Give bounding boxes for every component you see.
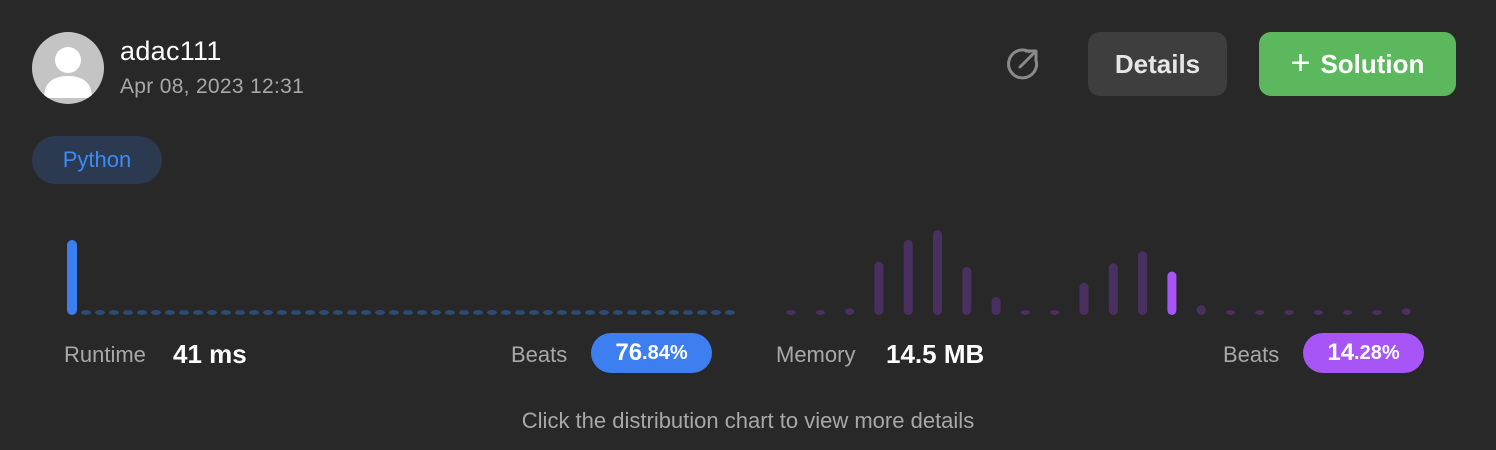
memory-distribution-bar[interactable] xyxy=(1372,310,1382,315)
runtime-distribution-bar[interactable] xyxy=(431,310,441,315)
memory-beats-label: Beats xyxy=(1223,342,1280,367)
runtime-distribution-bar[interactable] xyxy=(501,310,511,315)
runtime-distribution-bar[interactable] xyxy=(529,310,539,315)
runtime-beats-badge: 76.84% xyxy=(591,333,712,373)
memory-beats-badge: 14.28% xyxy=(1303,333,1424,373)
runtime-distribution-bar[interactable] xyxy=(375,310,385,315)
runtime-distribution-bar[interactable] xyxy=(109,310,119,315)
runtime-distribution-bar[interactable] xyxy=(487,310,497,315)
memory-value: 14.5 MB xyxy=(886,339,985,369)
runtime-distribution-bar[interactable] xyxy=(207,310,217,315)
runtime-distribution-bar[interactable] xyxy=(361,310,371,315)
runtime-distribution-bar[interactable] xyxy=(571,310,581,315)
memory-distribution-bar[interactable] xyxy=(1138,251,1148,315)
details-button-label: Details xyxy=(1114,48,1201,79)
runtime-distribution-chart[interactable] xyxy=(67,240,735,315)
memory-distribution-bar[interactable] xyxy=(903,240,913,315)
runtime-distribution-bar[interactable] xyxy=(459,310,469,315)
runtime-distribution-bar[interactable] xyxy=(613,310,623,315)
memory-distribution-bar[interactable] xyxy=(1401,308,1411,315)
memory-distribution-bar[interactable] xyxy=(933,230,942,315)
runtime-distribution-bar[interactable] xyxy=(473,310,483,315)
memory-distribution-bar[interactable] xyxy=(1226,310,1235,315)
runtime-distribution-bar[interactable] xyxy=(725,310,735,315)
memory-distribution-bar[interactable] xyxy=(1108,263,1118,315)
runtime-distribution-bar[interactable] xyxy=(151,310,161,315)
runtime-distribution-bar[interactable] xyxy=(599,310,609,315)
runtime-distribution-bar[interactable] xyxy=(235,310,245,315)
runtime-distribution-bar[interactable] xyxy=(683,310,693,315)
memory-distribution-bar[interactable] xyxy=(1050,310,1060,315)
runtime-label: Runtime xyxy=(64,342,146,367)
memory-beats-int: 14 xyxy=(1327,339,1355,366)
memory-distribution-bar[interactable] xyxy=(815,310,825,315)
memory-distribution-bar[interactable] xyxy=(845,308,855,315)
runtime-distribution-bar[interactable] xyxy=(67,240,77,315)
memory-distribution-bar[interactable] xyxy=(1284,310,1294,315)
runtime-beats-int: 76 xyxy=(615,339,643,366)
submission-timestamp: Apr 08, 2023 12:31 xyxy=(120,75,305,98)
runtime-distribution-bar[interactable] xyxy=(543,310,553,315)
runtime-distribution-bar[interactable] xyxy=(445,310,455,315)
add-solution-button[interactable]: + Solution xyxy=(1259,32,1456,96)
runtime-distribution-bar[interactable] xyxy=(277,310,287,315)
memory-distribution-bar[interactable] xyxy=(1196,305,1206,315)
memory-distribution-bar[interactable] xyxy=(874,261,884,315)
runtime-distribution-bar[interactable] xyxy=(193,310,203,315)
language-tag[interactable]: Python xyxy=(32,136,162,184)
runtime-distribution-bar[interactable] xyxy=(249,310,259,315)
memory-distribution-bar[interactable] xyxy=(1020,310,1030,315)
runtime-distribution-bar[interactable] xyxy=(123,310,133,315)
runtime-distribution-bar[interactable] xyxy=(291,310,301,315)
memory-distribution-bar[interactable] xyxy=(1313,310,1323,315)
runtime-distribution-bar[interactable] xyxy=(697,310,707,315)
runtime-distribution-bar[interactable] xyxy=(319,310,329,315)
memory-distribution-bar[interactable] xyxy=(962,267,972,315)
runtime-distribution-bar[interactable] xyxy=(557,310,567,315)
runtime-distribution-bar[interactable] xyxy=(711,310,721,315)
avatar[interactable] xyxy=(32,32,104,104)
runtime-beats-dec: .84% xyxy=(642,341,688,364)
runtime-distribution-bar[interactable] xyxy=(641,310,651,315)
username[interactable]: adac111 xyxy=(120,36,222,67)
memory-label: Memory xyxy=(776,342,856,367)
details-button[interactable]: Details xyxy=(1088,32,1227,96)
share-icon[interactable] xyxy=(1003,44,1043,84)
runtime-distribution-bar[interactable] xyxy=(389,310,399,315)
runtime-distribution-bar[interactable] xyxy=(417,310,427,315)
memory-distribution-bar[interactable] xyxy=(786,310,796,315)
runtime-distribution-bar[interactable] xyxy=(221,310,231,315)
runtime-distribution-bar[interactable] xyxy=(95,310,105,315)
memory-distribution-bar[interactable] xyxy=(1079,282,1089,315)
runtime-distribution-bar[interactable] xyxy=(165,310,175,315)
runtime-distribution-bar[interactable] xyxy=(347,310,357,315)
user-avatar-icon xyxy=(44,47,92,98)
runtime-distribution-bar[interactable] xyxy=(179,310,189,315)
runtime-distribution-bar[interactable] xyxy=(655,310,665,315)
runtime-distribution-bar[interactable] xyxy=(137,310,147,315)
runtime-distribution-bar[interactable] xyxy=(515,310,525,315)
memory-beats-dec: .28% xyxy=(1354,341,1400,364)
runtime-distribution-bar[interactable] xyxy=(403,310,413,315)
runtime-beats-label: Beats xyxy=(511,342,568,367)
memory-distribution-bar[interactable] xyxy=(1255,310,1265,315)
runtime-distribution-bar[interactable] xyxy=(263,310,273,315)
runtime-distribution-bar[interactable] xyxy=(627,310,637,315)
runtime-distribution-bar[interactable] xyxy=(305,310,315,315)
memory-distribution-bar[interactable] xyxy=(1167,271,1177,316)
memory-distribution-bar[interactable] xyxy=(991,297,1001,315)
chart-hint: Click the distribution chart to view mor… xyxy=(521,408,975,433)
runtime-distribution-bar[interactable] xyxy=(333,310,343,315)
memory-distribution-bar[interactable] xyxy=(1343,310,1353,315)
runtime-distribution-bar[interactable] xyxy=(585,310,595,315)
plus-icon: + xyxy=(1290,43,1311,82)
distribution-charts[interactable] xyxy=(0,200,1496,325)
runtime-distribution-bar[interactable] xyxy=(81,310,91,315)
runtime-value: 41 ms xyxy=(173,339,247,369)
runtime-distribution-bar[interactable] xyxy=(669,310,679,315)
solution-button-label: Solution xyxy=(1320,48,1425,79)
memory-distribution-chart[interactable] xyxy=(786,230,1411,316)
